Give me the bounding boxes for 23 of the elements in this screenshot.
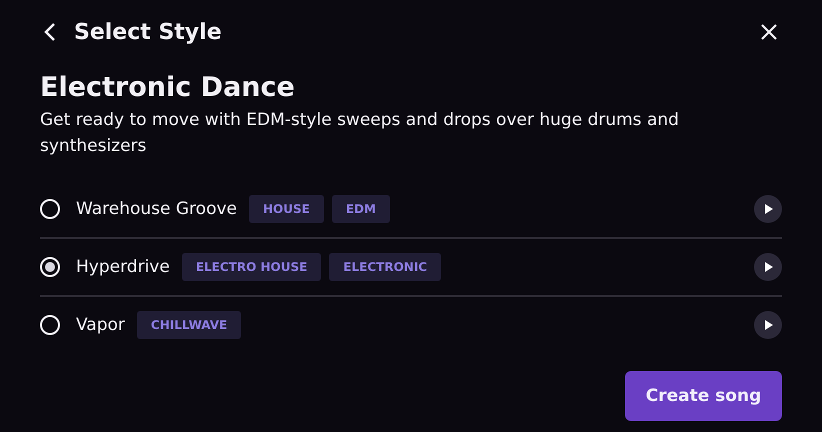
genre-tag: ELECTRONIC (329, 253, 442, 281)
play-icon (764, 262, 772, 272)
genre-tag: HOUSE (249, 195, 324, 223)
style-name: Hyperdrive (76, 257, 170, 277)
back-icon (44, 22, 56, 42)
play-icon (764, 204, 772, 214)
radio-button[interactable] (40, 315, 60, 335)
genre-tag: EDM (332, 195, 390, 223)
radio-button[interactable] (40, 199, 60, 219)
play-button[interactable] (754, 253, 782, 281)
style-name: Warehouse Groove (76, 199, 237, 219)
play-button[interactable] (754, 311, 782, 339)
close-icon (760, 23, 778, 41)
genre-tag: ELECTRO HOUSE (182, 253, 322, 281)
genre-title: Electronic Dance (40, 72, 296, 103)
play-button[interactable] (754, 195, 782, 223)
genre-description: Get ready to move with EDM-style sweeps and drops over huge drums and synthesizers (40, 109, 680, 158)
radio-button[interactable] (40, 257, 60, 277)
play-icon (764, 320, 772, 330)
page-title: Select Style (74, 20, 223, 44)
style-name: Vapor (76, 315, 125, 335)
create-song-button[interactable]: Create song (625, 371, 782, 421)
genre-tag: CHILLWAVE (136, 311, 242, 339)
